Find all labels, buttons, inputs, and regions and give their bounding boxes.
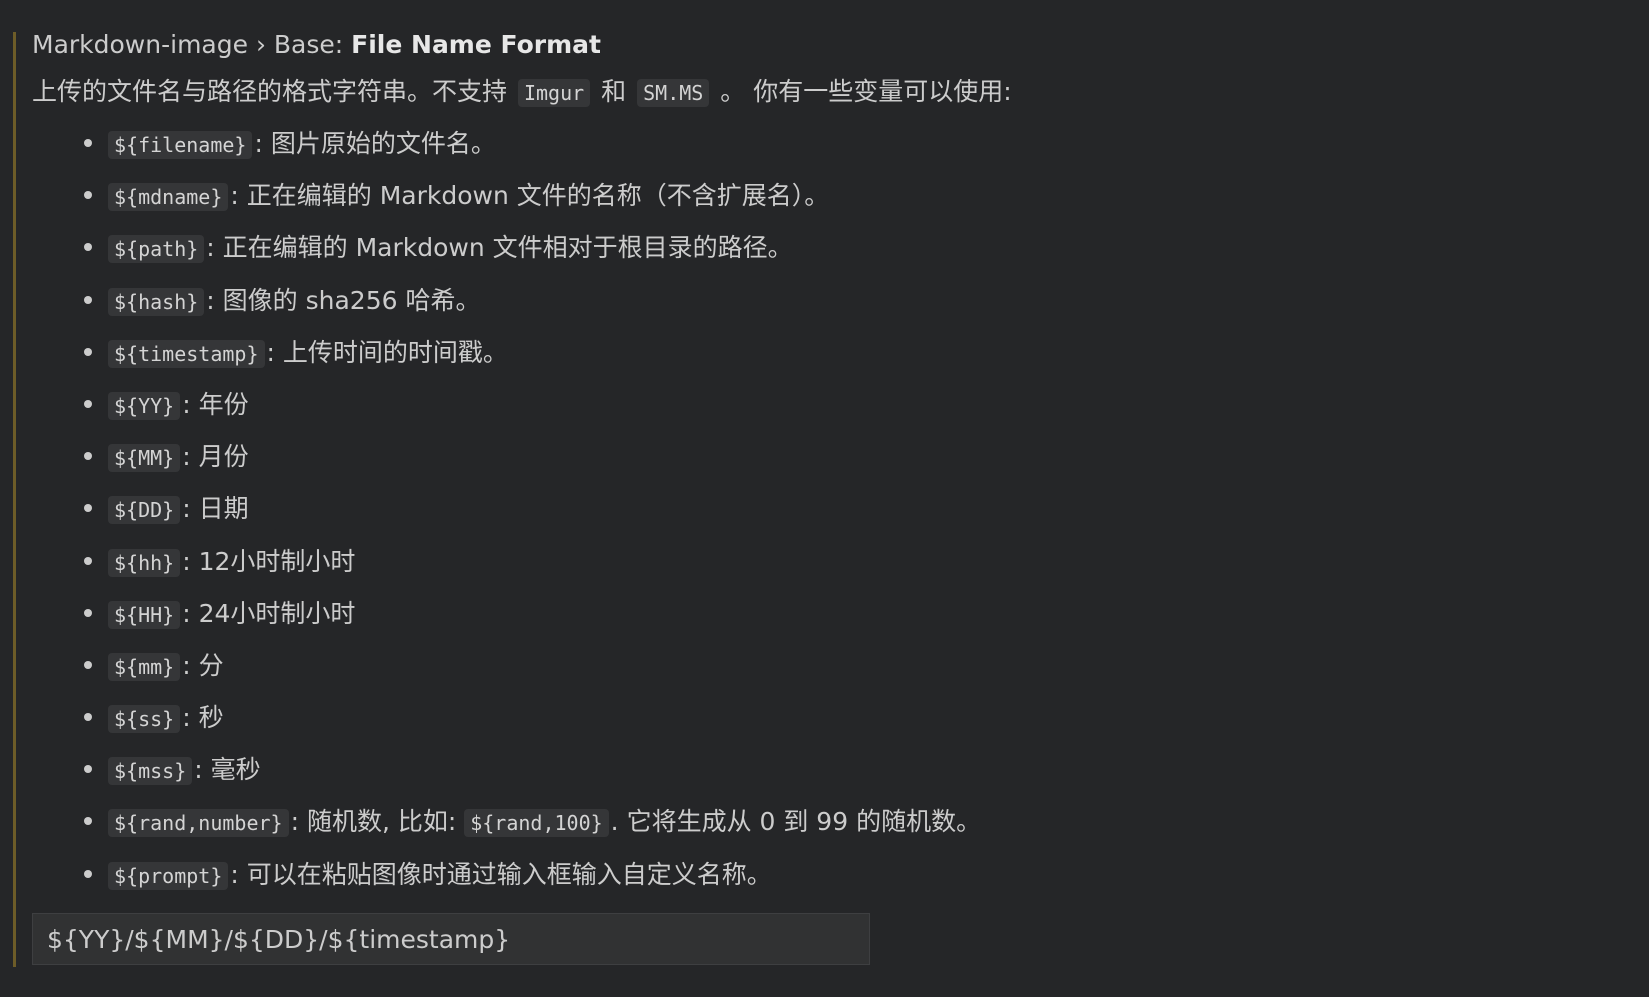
variable-code: ${mdname} bbox=[108, 183, 229, 212]
description-text-after: 。 你有一些变量可以使用: bbox=[720, 77, 1012, 106]
variable-code: ${HH} bbox=[108, 600, 181, 629]
list-item: ${YY}: 年份 bbox=[84, 379, 981, 431]
list-item: ${rand,number}: 随机数, 比如: ${rand,100}. 它将… bbox=[84, 796, 981, 848]
bullet-icon bbox=[84, 139, 92, 147]
bullet-icon bbox=[84, 191, 92, 200]
variable-code: ${mss} bbox=[108, 757, 193, 786]
list-item: ${ss}: 秒 bbox=[84, 692, 981, 744]
description-code-smms: SM.MS bbox=[637, 79, 710, 107]
bullet-icon bbox=[84, 817, 92, 826]
variable-description: : 上传时间的时间戳。 bbox=[266, 337, 508, 367]
variable-example-code: ${rand,100} bbox=[464, 809, 609, 838]
variable-code: ${ss} bbox=[108, 705, 181, 734]
setting-name: File Name Format bbox=[351, 30, 601, 59]
list-item: ${prompt}: 可以在粘贴图像时通过输入框输入自定义名称。 bbox=[84, 849, 981, 901]
bullet-icon bbox=[84, 869, 92, 878]
bullet-icon bbox=[84, 295, 92, 304]
variable-code: ${rand,number} bbox=[108, 809, 289, 838]
modified-indicator bbox=[13, 32, 16, 967]
bullet-icon bbox=[84, 452, 92, 461]
description-code-imgur: Imgur bbox=[517, 79, 591, 107]
variable-list: ${filename}: 图片原始的文件名。 ${mdname}: 正在编辑的 … bbox=[84, 118, 981, 901]
list-item: ${mss}: 毫秒 bbox=[84, 744, 981, 796]
variable-description: : 秒 bbox=[182, 703, 224, 733]
list-item: ${path}: 正在编辑的 Markdown 文件相对于根目录的路径。 bbox=[84, 222, 981, 274]
variable-description: : 可以在粘贴图像时通过输入框输入自定义名称。 bbox=[230, 859, 772, 889]
bullet-icon bbox=[84, 556, 92, 565]
list-item: ${filename}: 图片原始的文件名。 bbox=[84, 118, 981, 170]
setting-title: Markdown-image › Base: File Name Format bbox=[32, 27, 601, 63]
list-item: ${mdname}: 正在编辑的 Markdown 文件的名称（不含扩展名）。 bbox=[84, 170, 981, 222]
bullet-icon bbox=[84, 608, 92, 617]
variable-description: : 日期 bbox=[182, 494, 249, 524]
variable-code: ${hash} bbox=[108, 287, 205, 316]
file-name-format-input[interactable] bbox=[32, 913, 870, 965]
variable-code: ${MM} bbox=[108, 444, 181, 473]
variable-description: : 24小时制小时 bbox=[182, 598, 356, 628]
variable-code: ${filename} bbox=[108, 131, 253, 159]
variable-code: ${mm} bbox=[108, 652, 181, 681]
variable-code: ${prompt} bbox=[108, 861, 229, 890]
setting-item-file-name-format: Markdown-image › Base: File Name Format … bbox=[0, 0, 1649, 997]
bullet-icon bbox=[84, 347, 92, 356]
variable-description: : 分 bbox=[182, 650, 224, 680]
bullet-icon bbox=[84, 765, 92, 774]
bullet-icon bbox=[84, 504, 92, 513]
variable-description: : 12小时制小时 bbox=[182, 546, 356, 576]
description-text-before: 上传的文件名与路径的格式字符串。不支持 bbox=[32, 77, 508, 106]
bullet-icon bbox=[84, 399, 92, 408]
variable-description: : 图像的 sha256 哈希。 bbox=[206, 285, 481, 315]
variable-code: ${timestamp} bbox=[108, 339, 265, 368]
description-text-middle: 和 bbox=[601, 77, 627, 106]
list-item: ${HH}: 24小时制小时 bbox=[84, 588, 981, 640]
variable-description: : 正在编辑的 Markdown 文件相对于根目录的路径。 bbox=[206, 233, 793, 263]
variable-code: ${path} bbox=[108, 235, 205, 264]
variable-description: : 正在编辑的 Markdown 文件的名称（不含扩展名）。 bbox=[230, 181, 830, 211]
variable-code: ${hh} bbox=[108, 548, 181, 577]
list-item: ${mm}: 分 bbox=[84, 640, 981, 692]
variable-description: : 年份 bbox=[182, 389, 249, 419]
variable-description: : 毫秒 bbox=[194, 755, 261, 785]
variable-code: ${YY} bbox=[108, 391, 181, 420]
list-item: ${hash}: 图像的 sha256 哈希。 bbox=[84, 275, 981, 327]
list-item: ${hh}: 12小时制小时 bbox=[84, 536, 981, 588]
setting-description: 上传的文件名与路径的格式字符串。不支持 Imgur 和 SM.MS 。 你有一些… bbox=[32, 73, 1012, 112]
variable-description: : 图片原始的文件名。 bbox=[254, 129, 496, 158]
variable-code: ${DD} bbox=[108, 496, 181, 525]
variable-description-continued: . 它将生成从 0 到 99 的随机数。 bbox=[610, 807, 982, 837]
setting-category: Markdown-image › Base: bbox=[32, 30, 352, 59]
bullet-icon bbox=[84, 713, 92, 722]
list-item: ${timestamp}: 上传时间的时间戳。 bbox=[84, 327, 981, 379]
list-item: ${DD}: 日期 bbox=[84, 483, 981, 535]
bullet-icon bbox=[84, 243, 92, 252]
list-item: ${MM}: 月份 bbox=[84, 431, 981, 483]
variable-description: : 月份 bbox=[182, 442, 249, 472]
variable-description: : 随机数, 比如: bbox=[290, 807, 465, 837]
bullet-icon bbox=[84, 660, 92, 669]
